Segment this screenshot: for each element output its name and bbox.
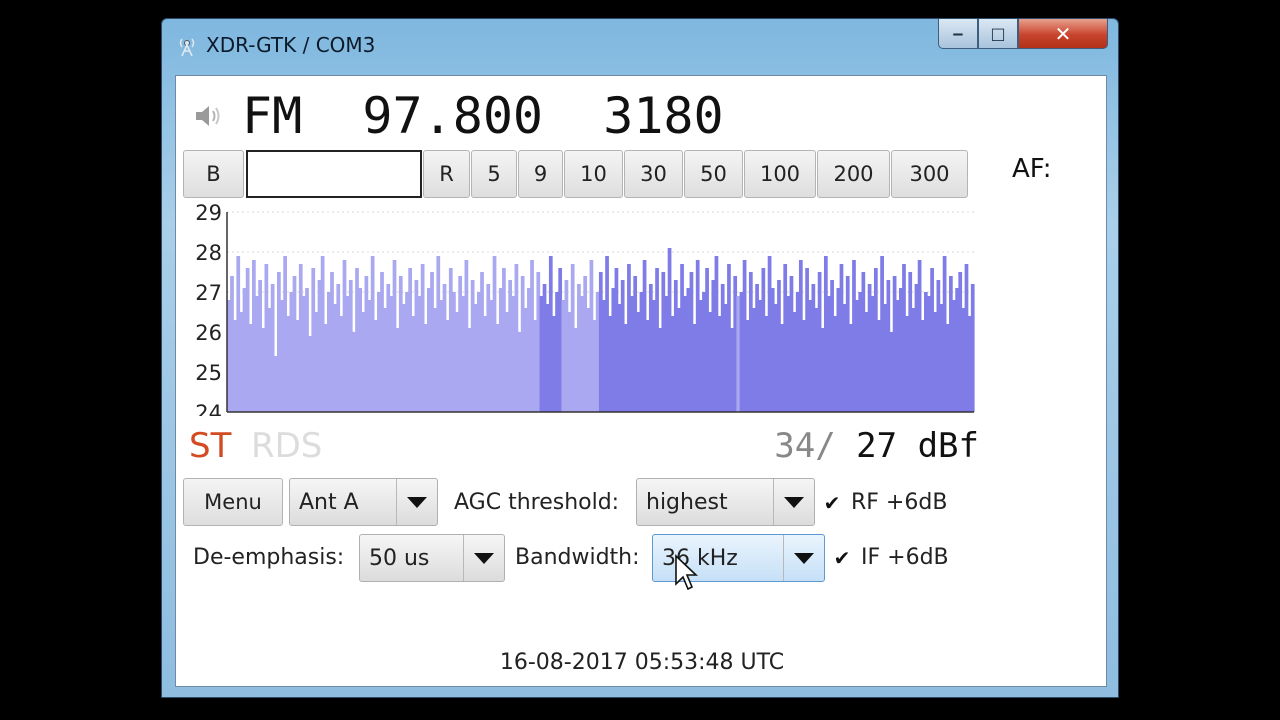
y-tick-label: 28 bbox=[195, 241, 222, 265]
antenna-value: Ant A bbox=[299, 489, 359, 515]
signal-current: 27 dBf bbox=[835, 426, 979, 466]
b-button[interactable]: B bbox=[183, 150, 244, 198]
bandwidth-label: Bandwidth: bbox=[515, 545, 640, 570]
step-5-button[interactable]: 5 bbox=[471, 150, 517, 198]
caption-buttons: ‒ □ ✕ bbox=[938, 19, 1108, 55]
close-button[interactable]: ✕ bbox=[1018, 19, 1108, 49]
app-window: XDR-GTK / COM3 ‒ □ ✕ FM 97.800 3180 B R … bbox=[161, 18, 1119, 698]
r-button[interactable]: R bbox=[423, 150, 470, 198]
signal-max: 34/ bbox=[774, 426, 836, 466]
maximize-button[interactable]: □ bbox=[978, 19, 1018, 49]
rf-6db-checkbox[interactable]: ✔ RF +6dB bbox=[823, 490, 948, 515]
chevron-down-icon bbox=[463, 535, 504, 581]
rds-indicator: RDS bbox=[251, 426, 323, 466]
frequency-input[interactable] bbox=[246, 150, 422, 198]
signal-bar bbox=[970, 284, 975, 412]
checkmark-icon: ✔ bbox=[823, 490, 841, 515]
y-tick-label: 24 bbox=[195, 401, 222, 416]
frequency-display[interactable]: FM 97.800 3180 bbox=[242, 87, 724, 145]
signal-strength: 34/ 27 dBf bbox=[774, 426, 979, 466]
y-tick-label: 29 bbox=[195, 201, 222, 225]
mouse-cursor-icon bbox=[675, 554, 698, 591]
y-tick-label: 25 bbox=[195, 361, 222, 385]
step-button-row: B R 5 9 10 30 50 100 200 300 bbox=[183, 150, 969, 198]
agc-threshold-label: AGC threshold: bbox=[454, 490, 620, 515]
menu-button[interactable]: Menu bbox=[183, 478, 283, 526]
antenna-select[interactable]: Ant A bbox=[289, 478, 438, 526]
checkmark-icon: ✔ bbox=[833, 545, 851, 570]
step-100-button[interactable]: 100 bbox=[744, 150, 816, 198]
minimize-button[interactable]: ‒ bbox=[938, 19, 978, 49]
rf-6db-label: RF +6dB bbox=[851, 490, 948, 515]
signal-graph: 29 28 27 26 25 24 bbox=[195, 201, 975, 416]
step-10-button[interactable]: 10 bbox=[564, 150, 623, 198]
agc-threshold-select[interactable]: highest bbox=[636, 478, 815, 526]
title-bar[interactable]: XDR-GTK / COM3 ‒ □ ✕ bbox=[162, 19, 1118, 75]
stereo-indicator: ST bbox=[189, 426, 232, 466]
if-6db-checkbox[interactable]: ✔ IF +6dB bbox=[833, 545, 949, 570]
de-emphasis-select[interactable]: 50 us bbox=[359, 534, 505, 582]
antenna-app-icon bbox=[179, 38, 195, 57]
chevron-down-icon bbox=[396, 479, 437, 525]
chevron-down-icon bbox=[783, 535, 824, 581]
af-label: AF: bbox=[1012, 154, 1052, 184]
step-300-button[interactable]: 300 bbox=[891, 150, 968, 198]
status-row: ST RDS 34/ 27 dBf bbox=[189, 426, 979, 470]
window-title: XDR-GTK / COM3 bbox=[206, 33, 376, 57]
utc-datetime: 16-08-2017 05:53:48 UTC bbox=[499, 650, 785, 675]
y-tick-label: 27 bbox=[195, 281, 222, 305]
y-tick-label: 26 bbox=[195, 321, 222, 345]
step-200-button[interactable]: 200 bbox=[817, 150, 890, 198]
agc-threshold-value: highest bbox=[646, 489, 728, 515]
client-area: FM 97.800 3180 B R 5 9 10 30 50 100 200 … bbox=[175, 75, 1107, 687]
de-emphasis-label: De-emphasis: bbox=[193, 545, 345, 570]
frequency-row: FM 97.800 3180 bbox=[192, 86, 724, 146]
bandwidth-value: 36 kHz bbox=[662, 545, 738, 571]
speaker-icon[interactable] bbox=[192, 99, 226, 133]
de-emphasis-value: 50 us bbox=[369, 545, 430, 571]
if-6db-label: IF +6dB bbox=[861, 545, 949, 570]
chevron-down-icon bbox=[773, 479, 814, 525]
step-30-button[interactable]: 30 bbox=[624, 150, 683, 198]
step-9-button[interactable]: 9 bbox=[518, 150, 563, 198]
step-50-button[interactable]: 50 bbox=[684, 150, 743, 198]
